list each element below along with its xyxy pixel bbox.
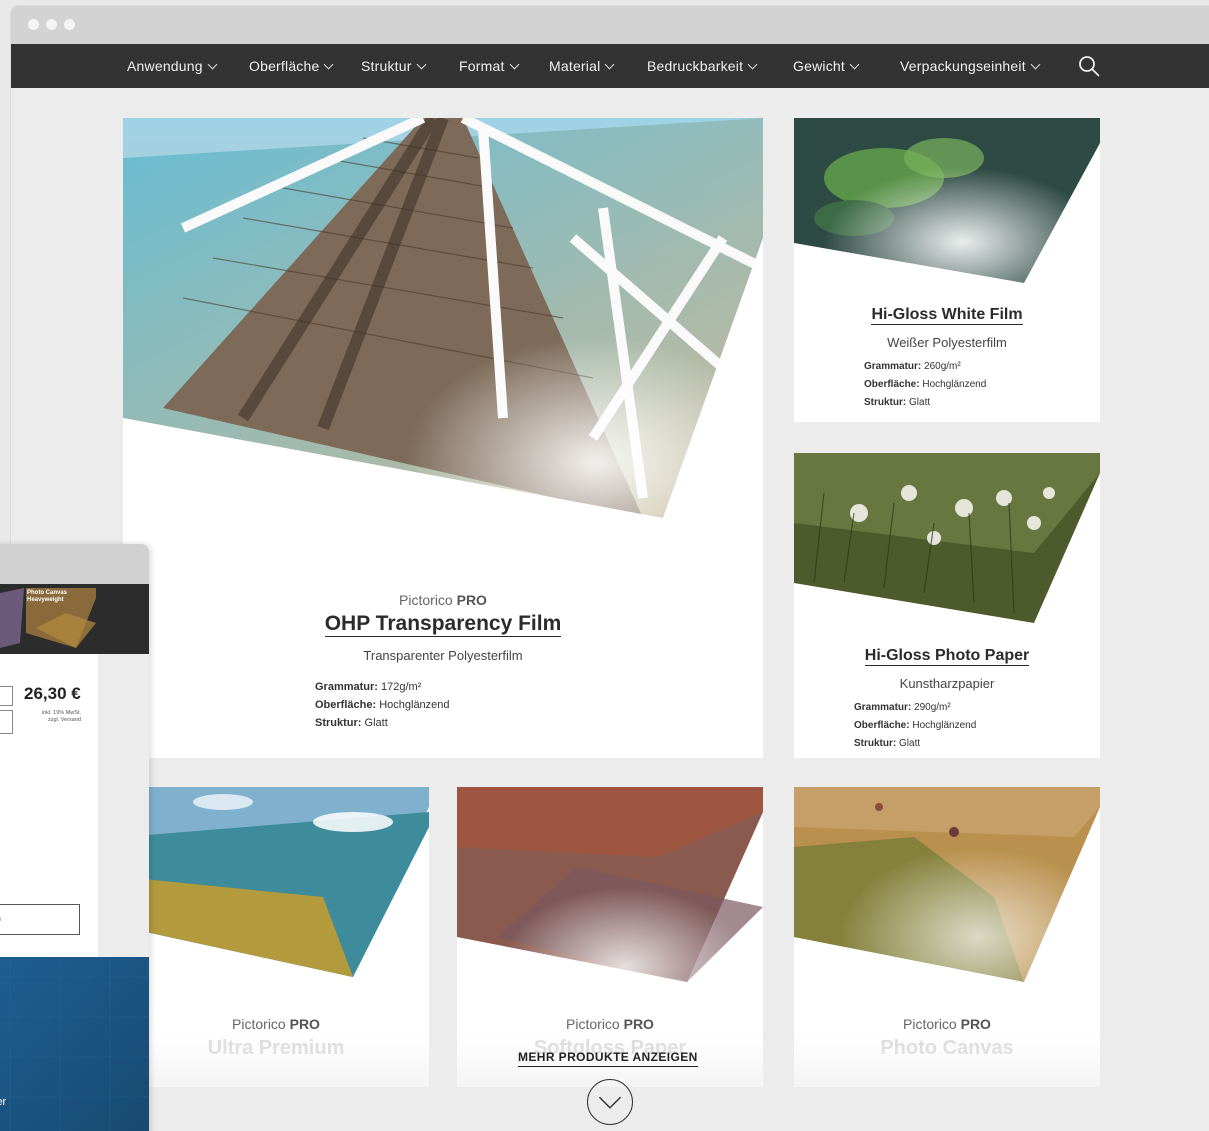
more-products-link[interactable]: MEHR PRODUKTE ANZEIGEN (518, 1050, 698, 1067)
nav-label: Oberfläche (249, 58, 320, 74)
nav-label: Struktur (361, 58, 412, 74)
nav-label: Gewicht (793, 58, 845, 74)
nav-label: Bedruckbarkeit (647, 58, 744, 74)
search-icon[interactable] (1077, 54, 1101, 78)
product-photo-dandelions (794, 453, 1100, 623)
featured-title-wrap: OHP Transparency Film (123, 612, 763, 637)
brand-suffix: PRO (960, 1016, 991, 1032)
product-thumbnail-left[interactable] (0, 588, 26, 648)
blue-banner (0, 957, 149, 1131)
nav-label: Material (549, 58, 601, 74)
nav-item-material[interactable]: Material (549, 44, 615, 88)
chevron-down-icon (509, 59, 519, 70)
featured-product-card[interactable]: Pictorico PRO OHP Transparency Film Tran… (123, 118, 763, 758)
brand-prefix: Pictorico (399, 592, 453, 608)
product-card-ultra-premium[interactable]: Pictorico PRO Ultra Premium (123, 787, 429, 1087)
product-card-softgloss-paper[interactable]: Pictorico PRO Softgloss Paper (457, 787, 763, 1087)
product-title-wrap: Hi-Gloss Photo Paper (794, 647, 1100, 666)
featured-specs: Grammatur: 172g/m² Oberfläche: Hochglänz… (315, 681, 450, 729)
nav-item-oberflaeche[interactable]: Oberfläche (249, 44, 334, 88)
product-photo-leaves-path (457, 787, 763, 987)
product-title[interactable]: Hi-Gloss White Film (871, 306, 1023, 325)
product-title-wrap: Hi-Gloss White Film (794, 306, 1100, 325)
banner-texture (0, 957, 149, 1131)
button-label: en (0, 916, 1, 923)
brand-prefix: Pictorico (566, 1016, 620, 1032)
product-card-photo-canvas[interactable]: Pictorico PRO Photo Canvas (794, 787, 1100, 1087)
card-title: Ultra Premium (207, 1037, 345, 1059)
nav-label: Anwendung (127, 58, 203, 74)
nav-label: Format (459, 58, 505, 74)
secondary-browser-window: Photo Canvas Heavyweight 26,30 € inkl. 1… (0, 544, 149, 1131)
product-photo-cappadocia (794, 787, 1100, 987)
page-gutter (98, 654, 149, 957)
nav-item-bedruckbarkeit[interactable]: Bedruckbarkeit (647, 44, 758, 88)
nav-item-verpackungseinheit[interactable]: Verpackungseinheit (900, 44, 1041, 88)
product-photo-coast (123, 787, 429, 977)
nav-item-format[interactable]: Format (459, 44, 519, 88)
nav-item-anwendung[interactable]: Anwendung (127, 44, 218, 88)
chevron-down-icon (207, 59, 218, 70)
product-specs: Grammatur: 260g/m² Oberfläche: Hochglänz… (864, 361, 987, 408)
nav-item-struktur[interactable]: Struktur (361, 44, 427, 88)
card-brand: Pictorico PRO (123, 1016, 429, 1032)
chevron-down-icon (324, 59, 334, 70)
chevron-down-icon (1030, 59, 1041, 70)
price-label: 26,30 € (24, 684, 81, 703)
card-brand: Pictorico PRO (457, 1016, 763, 1032)
brand-suffix: PRO (456, 592, 487, 608)
featured-brand: Pictorico PRO (123, 592, 763, 608)
card-title: Photo Canvas (880, 1037, 1014, 1059)
nav-item-gewicht[interactable]: Gewicht (793, 44, 860, 88)
brand-suffix: PRO (623, 1016, 654, 1032)
brand-prefix: Pictorico (232, 1016, 286, 1032)
chevron-down-icon (604, 59, 615, 70)
chevron-down-icon (849, 59, 860, 70)
browser-window: Anwendung Oberfläche Struktur Format Mat… (11, 6, 1209, 1131)
product-subtitle: Weißer Polyesterfilm (887, 335, 1007, 350)
chevron-down-circle-icon[interactable] (587, 1079, 633, 1125)
brand-prefix: Pictorico (903, 1016, 957, 1032)
product-photo-leaves (794, 118, 1100, 283)
brand-suffix: PRO (289, 1016, 320, 1032)
product-card-hi-gloss-white-film[interactable]: Hi-Gloss White Film Weißer Polyesterfilm… (794, 118, 1100, 422)
maximize-dot[interactable] (64, 19, 75, 30)
close-dot[interactable] (28, 19, 39, 30)
product-card-hi-gloss-photo-paper[interactable]: Hi-Gloss Photo Paper Kunstharzpapier Gra… (794, 453, 1100, 758)
quantity-input[interactable] (0, 686, 13, 706)
main-navigation: Anwendung Oberfläche Struktur Format Mat… (11, 44, 1209, 88)
thumbnail-label: Photo Canvas Heavyweight (27, 590, 68, 603)
card-brand: Pictorico PRO (794, 1016, 1100, 1032)
product-title[interactable]: Hi-Gloss Photo Paper (864, 647, 1030, 666)
product-thumbnail-strip: Photo Canvas Heavyweight (0, 584, 149, 654)
chevron-down-icon (747, 59, 758, 70)
window-titlebar (0, 544, 149, 584)
format-select[interactable] (0, 710, 13, 734)
product-photo-pier (123, 118, 763, 538)
tax-note: inkl. 19% MwSt. zzgl. Versand (41, 710, 81, 723)
add-to-cart-button[interactable]: en (0, 904, 80, 935)
featured-subtitle: Transparenter Polyesterfilm (363, 648, 523, 663)
product-specs: Grammatur: 290g/m² Oberfläche: Hochglänz… (854, 702, 977, 749)
product-subtitle: Kunstharzpapier (899, 676, 995, 691)
featured-title[interactable]: OHP Transparency Film (324, 612, 562, 637)
nav-label: Verpackungseinheit (900, 58, 1026, 74)
banner-text: ier (0, 1096, 7, 1108)
chevron-down-icon (416, 59, 427, 70)
minimize-dot[interactable] (46, 19, 57, 30)
window-titlebar (11, 6, 1209, 44)
